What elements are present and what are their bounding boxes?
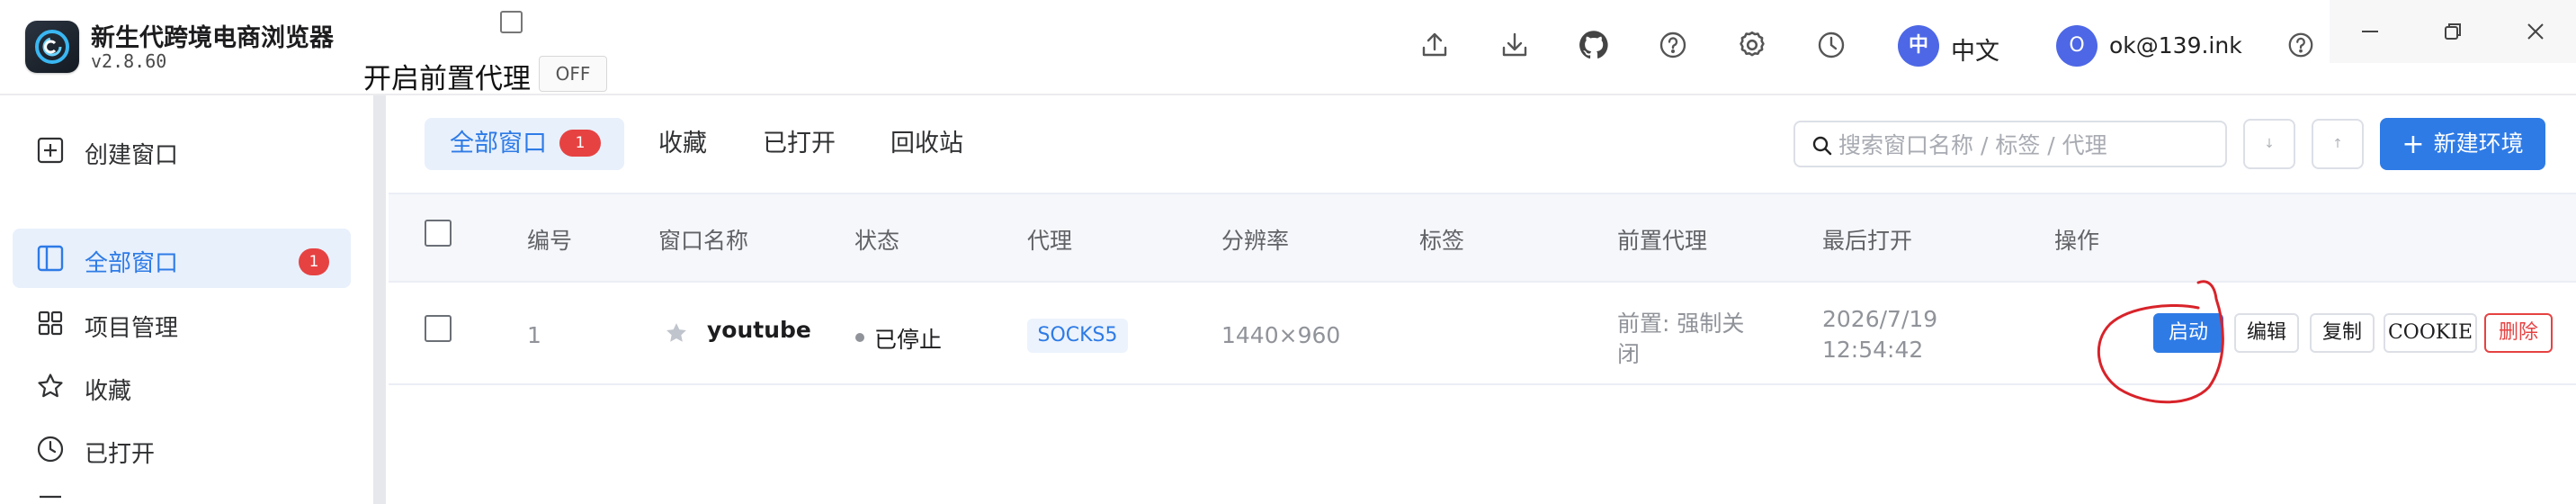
download-icon[interactable]	[1497, 27, 1533, 63]
tab-all-windows[interactable]: 全部窗口 1	[425, 118, 624, 170]
pre-proxy-value-line2: 闭	[1617, 341, 1641, 367]
create-window-button[interactable]: 创建窗口	[13, 121, 351, 180]
pre-proxy-toggle[interactable]: OFF	[539, 56, 607, 92]
close-icon[interactable]	[2495, 0, 2576, 63]
column-header-id[interactable]: 编号	[527, 223, 572, 256]
search-icon	[1812, 136, 1832, 156]
new-environment-button[interactable]: + 新建环境	[2380, 118, 2545, 170]
restore-icon[interactable]	[2412, 0, 2493, 63]
pre-proxy-label: 开启前置代理	[363, 63, 531, 95]
row-id: 1	[527, 322, 541, 348]
help-icon[interactable]	[2283, 27, 2319, 63]
search-input[interactable]	[1838, 130, 2216, 160]
trash-icon	[40, 495, 61, 499]
history-icon[interactable]	[1813, 27, 1849, 63]
user-email[interactable]: ok@139.ink	[2109, 32, 2242, 58]
tab-label: 全部窗口	[450, 130, 547, 158]
language-switch[interactable]: 中文	[1951, 32, 1999, 67]
settings-icon[interactable]	[1734, 27, 1770, 63]
favorite-star-icon[interactable]	[664, 320, 689, 346]
clock-icon	[37, 436, 64, 463]
tab-recycle-bin[interactable]: 回收站	[890, 118, 963, 170]
upload-icon[interactable]	[1417, 27, 1453, 63]
new-environment-label: 新建环境	[2433, 130, 2524, 157]
tab-opened[interactable]: 已打开	[763, 118, 836, 170]
app-title: 新生代跨境电商浏览器	[91, 24, 334, 52]
column-header-actions: 操作	[2054, 228, 2100, 254]
column-header-proxy[interactable]: 代理	[1027, 223, 1072, 256]
delete-button[interactable]: 删除	[2484, 313, 2553, 353]
tab-favorites[interactable]: 收藏	[658, 118, 707, 170]
github-icon[interactable]	[1576, 27, 1612, 63]
column-header-resolution[interactable]: 分辨率	[1221, 223, 1289, 256]
pre-proxy-checkbox[interactable]	[500, 11, 523, 33]
user-avatar[interactable]: O	[2056, 25, 2097, 67]
row-checkbox[interactable]	[425, 315, 452, 342]
status-text: 已停止	[874, 327, 943, 353]
search-box	[1793, 121, 2227, 167]
column-header-tags[interactable]: 标签	[1419, 223, 1464, 256]
column-header-pre-proxy[interactable]: 前置代理	[1617, 223, 1707, 256]
sort-descending-button[interactable]: ↓	[2243, 119, 2295, 169]
count-badge: 1	[559, 129, 601, 157]
star-icon	[38, 374, 63, 398]
sidebar-item-opened[interactable]: 已打开	[13, 419, 351, 479]
minimize-icon[interactable]	[2330, 0, 2411, 63]
window-controls	[2330, 0, 2576, 63]
resolution-value: 1440×960	[1221, 322, 1341, 348]
sidebar-item-label: 收藏	[85, 378, 132, 405]
annotation-circle	[2097, 280, 2224, 404]
layout-icon	[37, 245, 64, 272]
sort-ascending-button[interactable]: ↑	[2312, 119, 2364, 169]
sidebar-item-label: 已打开	[85, 441, 156, 468]
sidebar-item-recycle[interactable]	[13, 482, 351, 504]
column-header-status[interactable]: 状态	[854, 223, 899, 256]
status-dot	[855, 333, 864, 342]
window-name[interactable]: youtube	[707, 317, 811, 343]
sidebar-item-projects[interactable]: 项目管理	[13, 293, 351, 353]
pre-proxy-value-line1: 前置: 强制关	[1617, 310, 1745, 337]
sidebar-item-label: 项目管理	[85, 315, 179, 342]
app-version: v2.8.60	[91, 50, 167, 72]
copy-button[interactable]: 复制	[2310, 313, 2375, 353]
sidebar-item-all-windows[interactable]: 全部窗口 1	[13, 229, 351, 288]
grid-icon	[38, 310, 63, 336]
sidebar-scrollbar[interactable]	[373, 95, 386, 504]
count-badge: 1	[299, 248, 329, 275]
sidebar-item-label: 全部窗口	[85, 250, 179, 277]
create-window-label: 创建窗口	[85, 142, 179, 169]
select-all-checkbox[interactable]	[425, 220, 452, 247]
plus-icon: +	[2402, 129, 2425, 160]
help-icon[interactable]	[1655, 27, 1691, 63]
column-header-last-opened[interactable]: 最后打开	[1822, 223, 1912, 256]
last-opened-date: 2026/7/19	[1822, 306, 1938, 332]
last-opened-time: 12:54:42	[1822, 337, 1924, 363]
app-logo-icon	[25, 21, 79, 73]
cookie-button[interactable]: COOKIE	[2384, 313, 2477, 353]
language-badge[interactable]: 中	[1898, 25, 1939, 67]
sidebar-item-favorites[interactable]: 收藏	[13, 356, 351, 416]
proxy-type-tag: SOCKS5	[1027, 319, 1128, 353]
plus-square-icon	[37, 137, 64, 164]
column-header-name[interactable]: 窗口名称	[658, 223, 748, 256]
